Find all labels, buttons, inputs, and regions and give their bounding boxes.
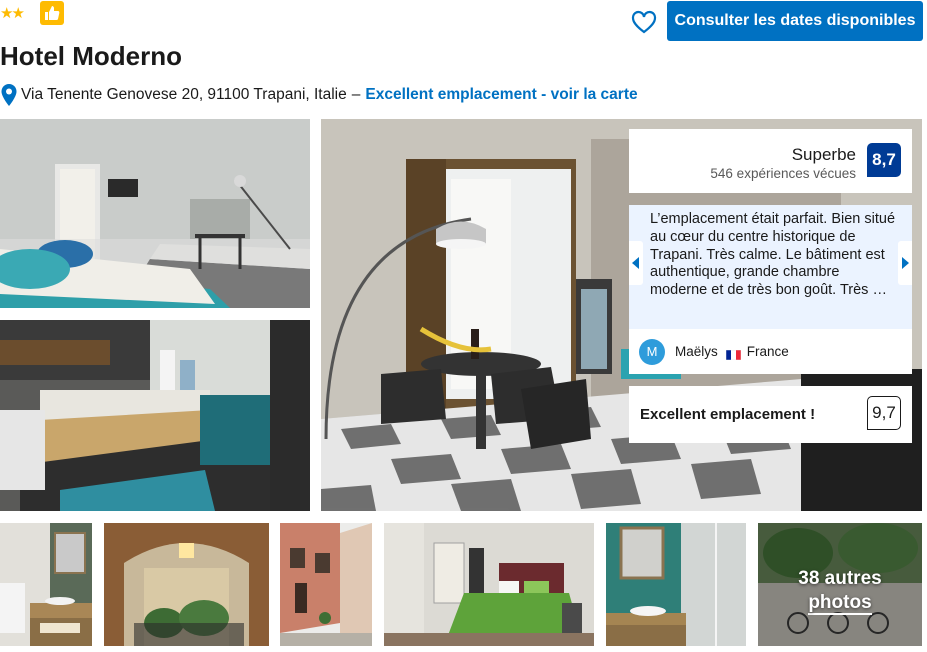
gallery-thumb-street[interactable] — [280, 523, 372, 646]
gallery-thumb-green-bedroom[interactable] — [384, 523, 594, 646]
chevron-right-icon[interactable] — [898, 241, 912, 285]
map-pin-icon — [0, 83, 18, 107]
chevron-left-icon[interactable] — [629, 241, 643, 285]
address-row: Via Tenente Genovese 20, 91100 Trapani, … — [0, 83, 638, 107]
review-summary-card[interactable]: Superbe 546 expériences vécues 8,7 — [629, 129, 912, 193]
avatar: M — [639, 338, 665, 365]
featured-review-card: L’emplacement était parfait. Bien situé … — [629, 205, 912, 329]
more-photos-label[interactable]: 38 autres photos — [758, 567, 922, 615]
star-rating: ★★ — [0, 5, 25, 22]
more-photos-tile[interactable]: 38 autres photos — [758, 523, 922, 646]
reviewer-row: M Maëlys France — [629, 329, 912, 374]
location-score-badge: 9,7 — [867, 396, 901, 430]
hotel-address: Via Tenente Genovese 20, 91100 Trapani, … — [21, 86, 347, 103]
address-separator: – — [351, 86, 361, 103]
thumbs-up-icon[interactable] — [40, 1, 64, 25]
location-rating-card[interactable]: Excellent emplacement ! 9,7 — [629, 386, 912, 443]
gallery-thumb-bathroom[interactable] — [0, 523, 92, 646]
review-quote-text: L’emplacement était parfait. Bien situé … — [650, 211, 896, 299]
gallery-photo-bedroom[interactable] — [0, 119, 310, 308]
view-map-link[interactable]: Excellent emplacement - voir la carte — [365, 86, 637, 104]
hotel-name: Hotel Moderno — [0, 41, 182, 71]
reviewer-country: France — [746, 344, 789, 359]
gallery-photo-breakfast-counter[interactable] — [0, 320, 310, 511]
review-rating-label: Superbe — [791, 145, 856, 164]
heart-icon[interactable] — [630, 8, 658, 36]
flag-france-icon — [725, 347, 742, 360]
review-score-badge: 8,7 — [867, 143, 901, 177]
more-photos-count: 38 autres — [798, 568, 882, 589]
gallery-thumb-courtyard[interactable] — [104, 523, 269, 646]
check-availability-button[interactable]: Consulter les dates disponibles — [667, 1, 923, 41]
review-count: 546 expériences vécues — [710, 166, 856, 181]
location-rating-label: Excellent emplacement ! — [640, 406, 816, 423]
reviewer-name: Maëlys — [675, 344, 718, 359]
more-photos-link[interactable]: photos — [808, 592, 872, 615]
top-row: ★★ Consulter les dates disponibles — [0, 0, 927, 44]
gallery-thumb-bathroom-2[interactable] — [606, 523, 746, 646]
